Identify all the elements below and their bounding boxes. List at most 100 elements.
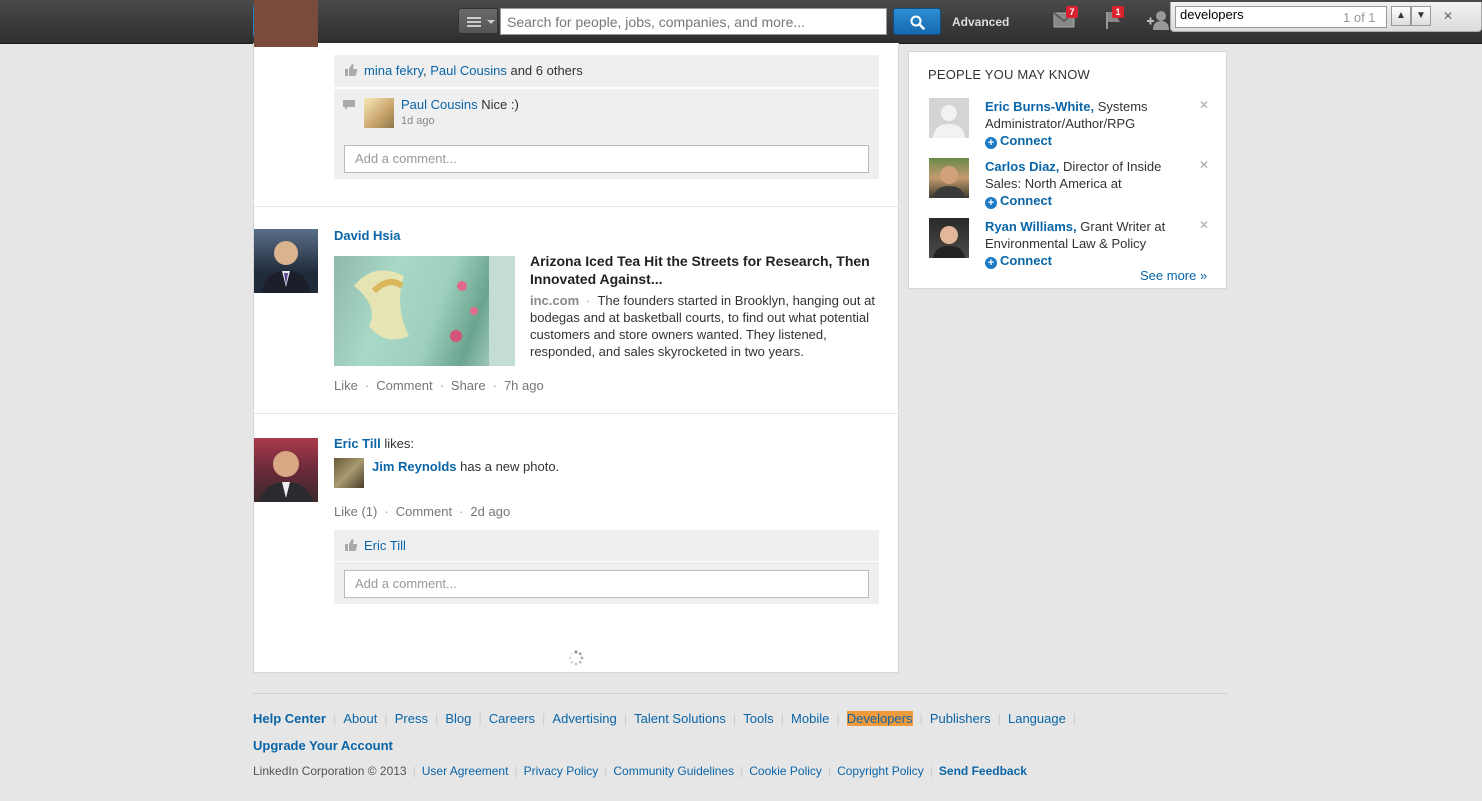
comment-timestamp: 1d ago (401, 115, 435, 127)
footer-links: Help Center | About | Press | Blog | Careers | Adv… (253, 711, 1077, 726)
see-more-link[interactable]: See more » (1140, 268, 1207, 283)
liker-link[interactable]: Eric Till (364, 538, 406, 553)
top-navigation-bar: in Advanced 7 1 developer (0, 0, 1482, 44)
footer-link-talent-solutions[interactable]: Talent Solutions (634, 711, 726, 726)
connect-button[interactable]: + Connect (985, 133, 1052, 149)
menu-icon (467, 17, 481, 27)
add-comment-input[interactable]: Add a comment... (344, 145, 869, 173)
dismiss-close-icon[interactable]: ✕ (1199, 218, 1209, 232)
notifications-count-badge: 1 (1112, 6, 1124, 18)
footer-link-advertising[interactable]: Advertising (552, 711, 616, 726)
liked-item-text: has a new photo. (460, 459, 560, 474)
article-source[interactable]: inc.com (530, 293, 579, 308)
avatar[interactable] (929, 218, 969, 258)
thumbs-up-icon (345, 64, 358, 76)
comment-author-link[interactable]: Paul Cousins (401, 97, 478, 112)
avatar[interactable] (929, 158, 969, 198)
search-input[interactable] (500, 8, 887, 35)
add-comment-input[interactable]: Add a comment... (344, 570, 869, 598)
avatar[interactable] (334, 458, 364, 488)
likes-bar: Eric Till Add a comment... (334, 530, 879, 604)
person-name-link[interactable]: Ryan Williams, (985, 219, 1077, 234)
navigation-menu-button[interactable] (458, 8, 498, 34)
upgrade-account-link[interactable]: Upgrade Your Account (253, 738, 393, 753)
comment-button[interactable]: Comment (376, 378, 432, 393)
footer-link-mobile[interactable]: Mobile (791, 711, 829, 726)
footer-link-language[interactable]: Language (1008, 711, 1066, 726)
people-you-may-know-panel: PEOPLE YOU MAY KNOW Eric Burns-White, Sy… (908, 51, 1227, 289)
find-match-count: 1 of 1 (1343, 10, 1376, 25)
avatar[interactable] (254, 438, 318, 502)
footer-link-press[interactable]: Press (395, 711, 428, 726)
article-title[interactable]: Arizona Iced Tea Hit the Streets for Res… (530, 252, 882, 288)
likes-suffix: and 6 others (510, 63, 583, 78)
dismiss-close-icon[interactable]: ✕ (1199, 98, 1209, 112)
find-previous-button[interactable]: ▲ (1391, 6, 1411, 26)
find-next-button[interactable]: ▼ (1411, 6, 1431, 26)
liker-link[interactable]: mina fekry (364, 63, 423, 78)
footer-link-developers[interactable]: Developers (846, 711, 913, 726)
messages-button[interactable]: 7 (1053, 6, 1078, 31)
footer-link-help-center[interactable]: Help Center (253, 711, 326, 726)
advanced-search-link[interactable]: Advanced (952, 15, 1009, 29)
avatar[interactable] (929, 98, 969, 138)
copyright-policy-link[interactable]: Copyright Policy (837, 764, 924, 778)
privacy-policy-link[interactable]: Privacy Policy (524, 764, 599, 778)
thumbs-up-icon (345, 539, 358, 551)
connect-button[interactable]: + Connect (985, 193, 1052, 209)
avatar[interactable] (254, 229, 318, 293)
article-summary: The founders started in Brooklyn, hangin… (530, 293, 875, 359)
share-button[interactable]: Share (451, 378, 486, 393)
person-photo (262, 241, 310, 293)
dismiss-close-icon[interactable]: ✕ (1199, 158, 1209, 172)
separator (334, 561, 879, 562)
like-button[interactable]: Like (334, 378, 358, 393)
loading-spinner-icon (568, 650, 584, 666)
footer-link-blog[interactable]: Blog (445, 711, 471, 726)
connect-button[interactable]: + Connect (985, 253, 1052, 269)
community-guidelines-link[interactable]: Community Guidelines (613, 764, 734, 778)
send-feedback-link[interactable]: Send Feedback (939, 764, 1027, 778)
post-divider (254, 413, 900, 414)
browser-find-bar: developers 1 of 1 ▲ ▼ ✕ (1170, 2, 1482, 32)
liker-link[interactable]: Paul Cousins (430, 63, 507, 78)
user-agreement-link[interactable]: User Agreement (422, 764, 509, 778)
post-verb: likes: (384, 436, 414, 451)
post-timestamp: 7h ago (503, 378, 544, 393)
avatar[interactable] (254, 0, 318, 47)
post-author-link[interactable]: David Hsia (334, 228, 400, 243)
find-close-button[interactable]: ✕ (1443, 9, 1453, 23)
post-divider (254, 206, 900, 207)
comment-button[interactable]: Comment (396, 504, 452, 519)
liked-item-author-link[interactable]: Jim Reynolds (372, 459, 457, 474)
comments-section: Paul Cousins Nice :) 1d ago Add a commen… (334, 89, 879, 179)
post-actions: Like (1) · Comment · 2d ago (334, 504, 511, 519)
person-photo (933, 226, 965, 258)
cookie-policy-link[interactable]: Cookie Policy (749, 764, 822, 778)
like-button[interactable]: Like (1) (334, 504, 377, 519)
footer-link-publishers[interactable]: Publishers (930, 711, 991, 726)
default-avatar-icon (929, 98, 969, 138)
article-thumbnail[interactable] (334, 256, 515, 366)
likes-bar: mina fekry, Paul Cousins and 6 others (334, 55, 879, 87)
panel-title: PEOPLE YOU MAY KNOW (928, 67, 1091, 82)
footer-link-about[interactable]: About (343, 711, 377, 726)
article-image (354, 256, 515, 366)
avatar[interactable] (364, 98, 394, 128)
chevron-down-icon (487, 20, 495, 24)
person-name-link[interactable]: Carlos Diaz, (985, 159, 1059, 174)
add-connections-button[interactable] (1147, 10, 1169, 33)
post-actions: Like · Comment · Share · 7h ago (334, 378, 544, 393)
comment-text: Nice :) (481, 97, 519, 112)
post-author-link[interactable]: Eric Till (334, 436, 381, 451)
person-name-link[interactable]: Eric Burns-White, (985, 99, 1094, 114)
post-timestamp: 2d ago (470, 504, 511, 519)
search-icon (910, 15, 925, 30)
plus-circle-icon: + (985, 257, 997, 269)
person-photo (260, 451, 312, 502)
footer-link-careers[interactable]: Careers (489, 711, 535, 726)
add-user-icon (1147, 11, 1169, 30)
search-button[interactable] (893, 8, 941, 35)
footer-link-tools[interactable]: Tools (743, 711, 773, 726)
notifications-button[interactable]: 1 (1104, 6, 1124, 33)
